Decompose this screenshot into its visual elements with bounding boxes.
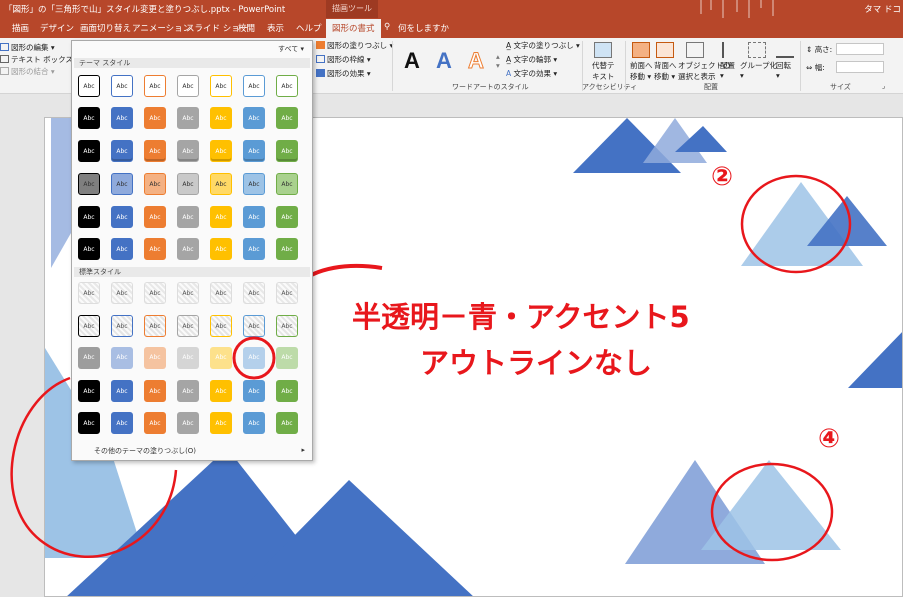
style-preset-item[interactable]: Abc (144, 140, 166, 162)
style-preset-item[interactable]: Abc (210, 107, 232, 129)
style-preset-item[interactable]: Abc (78, 380, 100, 402)
style-preset-item[interactable]: Abc (276, 412, 298, 434)
style-preset-item[interactable]: Abc (177, 107, 199, 129)
style-preset-item[interactable]: Abc (78, 206, 100, 228)
style-preset-item[interactable]: Abc (78, 238, 100, 260)
style-preset-item[interactable]: Abc (144, 347, 166, 369)
style-preset-item[interactable]: Abc (177, 238, 199, 260)
style-preset-item[interactable]: Abc (243, 206, 265, 228)
style-preset-item[interactable]: Abc (111, 282, 133, 304)
style-preset-item[interactable]: Abc (243, 107, 265, 129)
callout-line-2: アウトラインなし (420, 346, 653, 380)
annotation-circle-2 (740, 174, 852, 274)
style-preset-item[interactable]: Abc (144, 412, 166, 434)
style-preset-item[interactable]: Abc (144, 238, 166, 260)
style-preset-item[interactable]: Abc (111, 412, 133, 434)
style-preset-item[interactable]: Abc (177, 315, 199, 337)
style-preset-item[interactable]: Abc (243, 412, 265, 434)
style-preset-item[interactable]: Abc (243, 282, 265, 304)
style-preset-item[interactable]: Abc (144, 282, 166, 304)
style-preset-item[interactable]: Abc (276, 347, 298, 369)
style-preset-item[interactable]: Abc (243, 75, 265, 97)
style-preset-item[interactable]: Abc (243, 140, 265, 162)
style-preset-item[interactable]: Abc (177, 412, 199, 434)
style-preset-item[interactable]: Abc (111, 140, 133, 162)
style-preset-item[interactable]: Abc (276, 206, 298, 228)
style-preset-item[interactable]: Abc (78, 107, 100, 129)
style-preset-item[interactable]: Abc (210, 173, 232, 195)
style-preset-item[interactable]: Abc (243, 315, 265, 337)
style-preset-item[interactable]: Abc (111, 347, 133, 369)
style-preset-item[interactable]: Abc (276, 107, 298, 129)
style-preset-item[interactable]: Abc (78, 140, 100, 162)
gallery-all-button[interactable]: すべて ▾ (278, 44, 304, 54)
style-preset-item[interactable]: Abc (243, 238, 265, 260)
style-preset-item[interactable]: Abc (276, 380, 298, 402)
annotation-number-2: ② (711, 162, 734, 192)
style-preset-item[interactable]: Abc (177, 347, 199, 369)
theme-styles-header: テーマ スタイル (74, 58, 310, 68)
style-preset-item[interactable]: Abc (78, 75, 100, 97)
style-preset-item[interactable]: Abc (144, 380, 166, 402)
callout-line-1: 半透明－青・アクセント5 (352, 300, 690, 334)
style-preset-item[interactable]: Abc (177, 206, 199, 228)
style-preset-item[interactable]: Abc (210, 206, 232, 228)
style-preset-item[interactable]: Abc (111, 107, 133, 129)
style-preset-item[interactable]: Abc (276, 75, 298, 97)
style-preset-item[interactable]: Abc (78, 412, 100, 434)
style-preset-item[interactable]: Abc (210, 380, 232, 402)
style-preset-item[interactable]: Abc (276, 173, 298, 195)
style-preset-item[interactable]: Abc (276, 315, 298, 337)
style-preset-item[interactable]: Abc (144, 75, 166, 97)
chevron-right-icon: ▸ (301, 446, 305, 454)
style-preset-item[interactable]: Abc (210, 75, 232, 97)
style-preset-item[interactable]: Abc (210, 412, 232, 434)
style-preset-item[interactable]: Abc (177, 282, 199, 304)
style-preset-item[interactable]: Abc (144, 107, 166, 129)
style-preset-item[interactable]: Abc (210, 315, 232, 337)
annotation-number-4: ④ (818, 424, 841, 454)
style-preset-item[interactable]: Abc (111, 238, 133, 260)
style-preset-item[interactable]: Abc (243, 173, 265, 195)
style-preset-item[interactable]: Abc (144, 206, 166, 228)
style-preset-item[interactable]: Abc (111, 380, 133, 402)
style-preset-item[interactable]: Abc (111, 206, 133, 228)
style-preset-item[interactable]: Abc (111, 75, 133, 97)
style-preset-item[interactable]: Abc (210, 347, 232, 369)
style-preset-item[interactable]: Abc (78, 315, 100, 337)
style-preset-item[interactable]: Abc (111, 173, 133, 195)
shape-styles-gallery[interactable]: すべて ▾ テーマ スタイル 標準スタイル Abc Abc Abc Abc Abc Abc… (71, 40, 313, 461)
style-preset-item[interactable]: Abc (210, 282, 232, 304)
style-preset-item[interactable]: Abc (111, 315, 133, 337)
style-preset-item[interactable]: Abc (144, 315, 166, 337)
style-preset-item[interactable]: Abc (177, 140, 199, 162)
style-preset-item[interactable]: Abc (276, 238, 298, 260)
annotation-circle-4 (710, 462, 834, 562)
style-preset-item[interactable]: Abc (78, 347, 100, 369)
style-preset-item[interactable]: Abc (78, 173, 100, 195)
other-theme-fills-item[interactable]: その他のテーマの塗りつぶし(O) (94, 446, 196, 456)
style-preset-item[interactable]: Abc (276, 282, 298, 304)
style-preset-item[interactable]: Abc (243, 380, 265, 402)
style-preset-item[interactable]: Abc (210, 238, 232, 260)
style-preset-item[interactable]: Abc (177, 380, 199, 402)
style-preset-item[interactable]: Abc (276, 140, 298, 162)
style-preset-item[interactable]: Abc (78, 282, 100, 304)
preset-styles-header: 標準スタイル (74, 267, 310, 277)
style-preset-item[interactable]: Abc (210, 140, 232, 162)
style-preset-item[interactable]: Abc (177, 173, 199, 195)
style-preset-item[interactable]: Abc (144, 173, 166, 195)
style-preset-item[interactable]: Abc (243, 347, 265, 369)
style-preset-item[interactable]: Abc (177, 75, 199, 97)
